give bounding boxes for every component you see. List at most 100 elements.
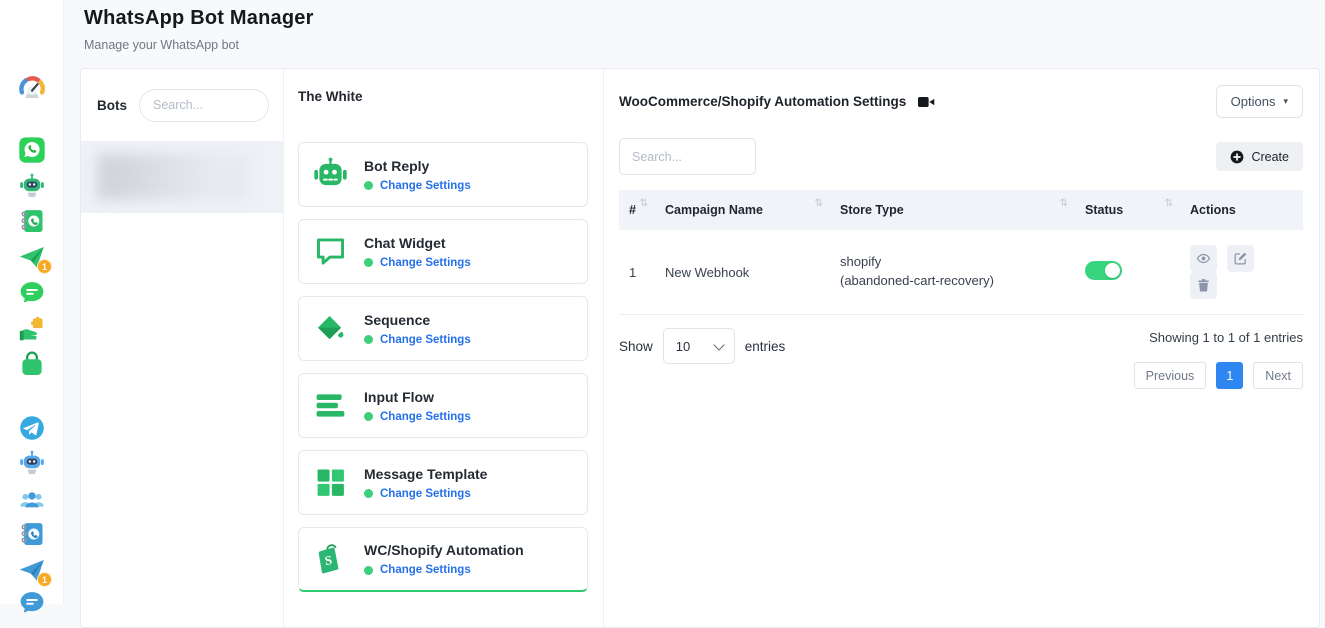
telegram-contacts-icon [18,520,46,548]
column-header-index[interactable]: # ⇅ [619,190,655,230]
whatsapp-store-icon [18,350,46,378]
bot-reply-icon [312,156,349,193]
sidebar-item-whatsapp-contacts[interactable] [18,207,46,235]
entries-label: entries [745,339,786,354]
sort-icon: ⇅ [1060,198,1068,209]
campaign-count-badge: 1 [38,573,51,586]
campaign-count-badge: 1 [38,260,51,273]
change-settings-link[interactable]: Change Settings [380,564,471,576]
app-icon-rail: 1 [0,0,64,604]
options-button[interactable]: Options ▾ [1216,85,1303,118]
bot-list-item-selected[interactable] [81,141,283,213]
status-dot-icon [364,181,373,190]
sort-icon: ⇅ [815,198,823,209]
bot-modules-panel: The White Bot Reply Change Settings [284,69,604,627]
module-card-wc-shopify-automation[interactable]: S WC/Shopify Automation Change Settings [298,527,588,592]
row-index: 1 [619,230,655,315]
row-campaign-name: New Webhook [655,230,830,315]
pagination: Previous 1 Next [1134,362,1303,389]
sidebar-item-dashboard[interactable] [18,74,46,102]
edit-button[interactable] [1227,245,1254,272]
module-card-message-template[interactable]: Message Template Change Settings [298,450,588,515]
message-template-icon [312,464,349,501]
bots-search-input[interactable] [139,89,269,122]
show-label: Show [619,339,653,354]
sidebar-item-whatsapp-store[interactable] [18,350,46,378]
page-size-select-wrap: 10 [663,328,735,364]
input-flow-icon [312,387,349,424]
page-size-select[interactable]: 10 [664,329,734,363]
previous-page-button[interactable]: Previous [1134,362,1207,389]
toggle-knob [1105,263,1120,278]
selected-bot-name: The White [298,89,588,104]
page-title: WhatsApp Bot Manager [84,7,314,30]
delete-button[interactable] [1190,272,1217,299]
dashboard-gauge-icon [18,74,46,102]
sort-icon: ⇅ [1165,198,1173,209]
view-button[interactable] [1190,245,1217,272]
column-header-status[interactable]: Status ⇅ [1075,190,1180,230]
bot-name-redacted [97,154,249,200]
change-settings-link[interactable]: Change Settings [380,411,471,423]
module-title: Bot Reply [364,158,471,174]
column-header-store-type[interactable]: Store Type ⇅ [830,190,1075,230]
automation-panel-title: WooCommerce/Shopify Automation Settings [619,94,906,109]
column-header-actions: Actions [1180,190,1303,230]
module-card-sequence[interactable]: Sequence Change Settings [298,296,588,361]
telegram-icon [18,414,46,442]
sidebar-item-whatsapp[interactable] [18,136,46,164]
next-page-button[interactable]: Next [1253,362,1303,389]
sidebar-item-telegram-bot[interactable] [18,449,46,477]
sidebar-item-whatsapp-chat[interactable] [18,279,46,307]
trash-icon [1196,278,1211,293]
status-dot-icon [364,335,373,344]
telegram-groups-icon [18,485,46,513]
campaign-search-input[interactable] [619,138,756,175]
sidebar-item-telegram-chat[interactable] [18,589,46,617]
sort-icon: ⇅ [640,198,648,209]
module-title: Message Template [364,466,487,482]
module-title: Input Flow [364,389,471,405]
table-row: 1 New Webhook shopify (abandoned-cart-re… [619,230,1303,315]
edit-icon [1233,251,1248,266]
whatsapp-contacts-icon [18,207,46,235]
status-dot-icon [364,258,373,267]
change-settings-link[interactable]: Change Settings [380,334,471,346]
status-dot-icon [364,566,373,575]
telegram-chat-icon [18,589,46,617]
sidebar-item-telegram-contacts[interactable] [18,520,46,548]
bot-manager-card: Bots The White Bot Reply [80,68,1320,628]
module-title: Chat Widget [364,235,471,251]
sidebar-item-telegram-groups[interactable] [18,485,46,513]
whatsapp-integrations-icon [18,315,46,343]
shopify-automation-icon: S [312,541,349,578]
eye-icon [1196,251,1211,266]
sidebar-item-whatsapp-bot[interactable] [18,172,46,200]
change-settings-link[interactable]: Change Settings [380,488,471,500]
column-header-campaign-name[interactable]: Campaign Name ⇅ [655,190,830,230]
whatsapp-icon [18,136,46,164]
status-toggle[interactable] [1085,261,1122,280]
status-dot-icon [364,412,373,421]
modules-list: Bot Reply Change Settings Chat Widget Ch… [298,142,588,592]
page-subtitle: Manage your WhatsApp bot [84,38,239,52]
module-card-input-flow[interactable]: Input Flow Change Settings [298,373,588,438]
module-card-bot-reply[interactable]: Bot Reply Change Settings [298,142,588,207]
change-settings-link[interactable]: Change Settings [380,180,471,192]
create-button[interactable]: Create [1216,142,1303,171]
entries-summary: Showing 1 to 1 of 1 entries [1134,330,1303,345]
video-tutorial-icon[interactable] [918,95,935,109]
page-number-button[interactable]: 1 [1216,362,1243,389]
sidebar-item-whatsapp-integrations[interactable] [18,315,46,343]
automation-settings-panel: WooCommerce/Shopify Automation Settings … [604,69,1319,627]
sidebar-item-telegram[interactable] [18,414,46,442]
telegram-bot-icon [18,449,46,477]
module-title: Sequence [364,312,471,328]
module-card-chat-widget[interactable]: Chat Widget Change Settings [298,219,588,284]
whatsapp-chat-icon [18,279,46,307]
sidebar-item-telegram-campaigns[interactable]: 1 [18,556,46,584]
sequence-icon [312,310,349,347]
change-settings-link[interactable]: Change Settings [380,257,471,269]
sidebar-item-whatsapp-campaigns[interactable]: 1 [18,243,46,271]
chat-widget-icon [312,233,349,270]
